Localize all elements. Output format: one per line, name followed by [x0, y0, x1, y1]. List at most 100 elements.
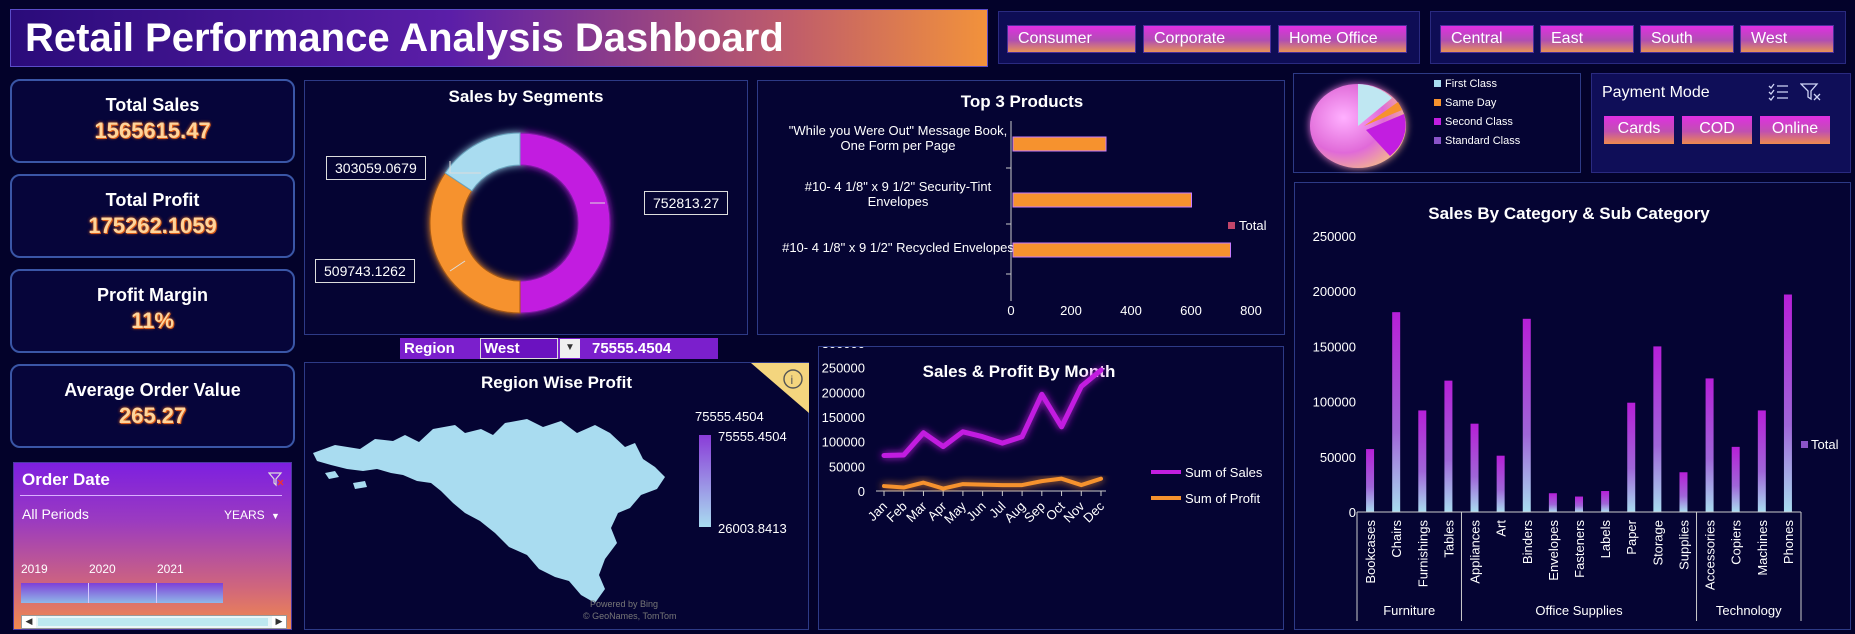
slicer-title: Payment Mode [1602, 84, 1710, 101]
top-3-products-chart: Top 3 Products "While you Were Out" Messa… [782, 92, 1266, 318]
map-legend-max: 75555.4504 [718, 429, 787, 444]
kpi-label: Average Order Value [64, 380, 241, 400]
bar [1496, 455, 1505, 512]
x-tick-label: 0 [1007, 303, 1014, 318]
segment-callout-consumer: 303059.0679 [326, 156, 426, 180]
region-wise-profit-panel: Region Wise Profit i 75555.4504 75555.45… [304, 362, 809, 630]
group-label: Office Supplies [1535, 603, 1623, 618]
y-tick-label: 100000 [822, 435, 865, 450]
region-selector: Region West ▼ 75555.4504 [400, 338, 718, 359]
timeline-period-bar[interactable] [21, 583, 223, 603]
region-profit-value: 75555.4504 [592, 340, 672, 357]
category-label: "While you Were Out" Message Book, One Fo… [789, 123, 1008, 153]
kpi-average-order-value: Average Order Value 265.27 [10, 364, 295, 448]
dashboard-title-bar: Retail Performance Analysis Dashboard [10, 9, 988, 67]
payment-cards-button[interactable]: Cards [1604, 116, 1674, 144]
kpi-value: 11% [131, 308, 174, 333]
map-attribution-bing: Powered by Bing [590, 599, 659, 609]
y-tick-label: 50000 [829, 459, 865, 474]
region-south-button[interactable]: South [1640, 25, 1734, 53]
x-tick-label: Binders [1520, 520, 1535, 565]
segment-consumer-button[interactable]: Consumer [1007, 25, 1136, 53]
x-tick-label: Supplies [1676, 520, 1691, 570]
payment-mode-slicer: Payment Mode Cards COD Online [1591, 73, 1851, 173]
x-tick-label: Phones [1781, 520, 1796, 565]
y-tick-label: 50000 [1320, 450, 1356, 465]
multi-select-icon[interactable] [1768, 82, 1790, 102]
kpi-label: Total Sales [105, 95, 200, 115]
bar [1601, 491, 1610, 512]
x-tick-label: Chairs [1389, 520, 1404, 558]
legend-item: Standard Class [1434, 135, 1520, 147]
clear-filter-icon[interactable] [267, 471, 284, 487]
y-tick-label: 200000 [822, 385, 865, 400]
y-tick-label: 250000 [1313, 229, 1356, 244]
x-tick-label: Furnishings [1415, 520, 1430, 588]
region-selector-value-cell[interactable]: West [480, 338, 558, 359]
timeline-year-2020: 2020 [89, 562, 116, 576]
segment-home-office-button[interactable]: Home Office [1278, 25, 1407, 53]
x-tick-label: 400 [1120, 303, 1142, 318]
timeline-level-dropdown[interactable]: YEARS ▼ [224, 508, 280, 522]
legend-item: Same Day [1434, 97, 1520, 109]
segment-corporate-button[interactable]: Corporate [1143, 25, 1271, 53]
bar [1012, 136, 1107, 152]
legend-item: Second Class [1434, 116, 1520, 128]
kpi-value: 175262.1059 [88, 213, 217, 238]
map-info-badge[interactable]: i [751, 363, 809, 413]
y-tick-label: 150000 [1313, 339, 1356, 354]
legend-swatch [1228, 222, 1235, 229]
bar [1679, 472, 1688, 512]
region-east-button[interactable]: East [1540, 25, 1634, 53]
x-tick-label: Art [1494, 520, 1509, 537]
bar [1522, 318, 1531, 512]
payment-cod-button[interactable]: COD [1682, 116, 1752, 144]
segment-callout-home-office: 509743.1262 [315, 259, 415, 283]
y-tick-label: 200000 [1313, 284, 1356, 299]
bar [1575, 496, 1583, 512]
x-tick-label: 800 [1240, 303, 1262, 318]
kpi-label: Profit Margin [97, 285, 208, 305]
region-selected-value: West [484, 340, 520, 357]
kpi-total-sales: Total Sales 1565615.47 [10, 79, 295, 163]
timeline-scrollbar[interactable]: ◀ ▶ [21, 615, 287, 629]
timeline-title: Order Date [22, 470, 110, 489]
region-selector-label: Region [404, 340, 455, 357]
bar [1470, 423, 1479, 512]
x-tick-label: Storage [1650, 520, 1665, 566]
x-tick-label: Labels [1598, 520, 1613, 559]
bar [1444, 380, 1453, 512]
sales-by-category-panel: Sales By Category & Sub Category 0 50000 10… [1294, 182, 1851, 630]
x-tick-label: Jun [963, 499, 988, 524]
chevron-down-icon: ▼ [271, 511, 280, 521]
scroll-left-icon[interactable]: ◀ [22, 616, 36, 628]
donut-slice-home-office [429, 172, 521, 314]
info-icon: i [791, 373, 794, 387]
map-attribution-geonames: © GeoNames, TomTom [583, 611, 677, 621]
timeline-year-2019: 2019 [21, 562, 48, 576]
timeline-period-label: All Periods [22, 506, 89, 522]
bar [1012, 242, 1231, 258]
region-map [313, 419, 665, 603]
kpi-profit-margin: Profit Margin 11% [10, 269, 295, 353]
order-date-timeline[interactable]: Order Date All Periods YEARS ▼ 2019 2020… [13, 462, 292, 630]
page-title: Retail Performance Analysis Dashboard [25, 16, 784, 60]
region-central-button[interactable]: Central [1440, 25, 1534, 53]
region-west-button[interactable]: West [1740, 25, 1834, 53]
clear-filter-icon[interactable] [1799, 82, 1822, 102]
region-dropdown-button[interactable]: ▼ [560, 339, 580, 358]
legend-label: Sum of Sales [1185, 465, 1263, 480]
payment-online-button[interactable]: Online [1760, 116, 1830, 144]
bar [1366, 449, 1375, 512]
chart-title: Sales By Category & Sub Category [1428, 204, 1710, 223]
y-tick-label: 300000 [822, 347, 865, 351]
bar [1705, 378, 1714, 512]
bar [1731, 446, 1740, 512]
timeline-divider [20, 495, 282, 496]
sales-profit-by-month-panel: Sales & Profit By Month 0 50000 100000 15000… [818, 346, 1284, 630]
scroll-thumb[interactable] [38, 618, 268, 626]
scroll-right-icon[interactable]: ▶ [272, 616, 286, 628]
kpi-label: Total Profit [105, 190, 200, 210]
top-3-products-panel: Top 3 Products "While you Were Out" Messa… [757, 80, 1285, 335]
bar [1418, 410, 1427, 512]
